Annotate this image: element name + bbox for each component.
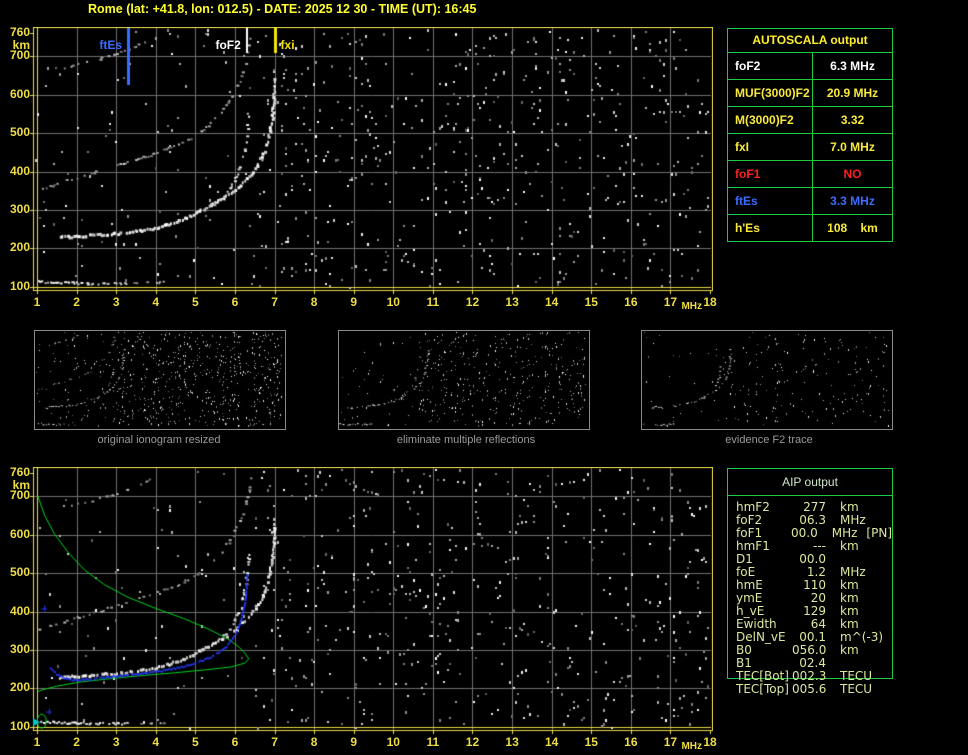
x-axis-tick-label: 6 (231, 735, 239, 749)
x-axis-tick-label: 11 (426, 735, 440, 749)
autoscala-row: MUF(3000)F2 20.9 MHz (728, 80, 892, 107)
thumbnail-original-ionogram (34, 330, 286, 430)
x-axis-tick-label: 6 (231, 295, 239, 309)
autoscala-value: 3.3 MHz (830, 194, 875, 208)
x-axis-tick-label: 13 (505, 295, 519, 309)
x-axis-tick-label: 16 (624, 295, 638, 309)
autoscala-row: foF2 6.3 MHz (728, 53, 892, 80)
x-axis-tick-label: 8 (310, 295, 318, 309)
thumbnail-caption-evidence: evidence F2 trace (725, 434, 813, 446)
autoscala-param: foF1 (728, 161, 813, 187)
x-axis-tick-label: 1 (33, 295, 41, 309)
y-axis-tick-label: 500 (9, 565, 30, 580)
x-axis-tick-label: 11 (426, 295, 440, 309)
aip-table-title: AIP output (728, 469, 892, 496)
autoscala-output-table: AUTOSCALA output foF2 6.3 MHz MUF(3000)F2 2… (727, 28, 893, 242)
autoscala-param: ftEs (728, 188, 813, 214)
x-axis-tick-label: 5 (192, 735, 199, 749)
y-axis-tick-label: 100 (9, 718, 30, 733)
x-axis-tick-label: 7 (271, 295, 278, 309)
y-axis-tick-label: 500 (9, 125, 30, 140)
ftes-marker-label: ftEs (99, 38, 123, 52)
x-axis-tick-label: 14 (544, 295, 559, 309)
x-axis-tick-label: 2 (73, 295, 80, 309)
y-axis-tick-label: 100 (9, 278, 30, 293)
y-axis-tick-label: 200 (9, 680, 30, 695)
x-axis-tick-label: 10 (386, 735, 400, 749)
autoscala-row: M(3000)F2 3.32 (728, 107, 892, 134)
aip-rows: hmF2 277 km foF2 06.3 MHz foF1 00.0 MHz [PN] hmF1-… (728, 496, 892, 696)
x-axis-tick-label: 13 (505, 735, 519, 749)
x-axis-tick-label: 15 (584, 735, 598, 749)
thumbnail-eliminate-canvas (339, 331, 587, 427)
x-axis-tick-label: 7 (271, 735, 278, 749)
autoscala-value: 7.0 MHz (830, 140, 875, 154)
x-axis-unit-label: MHz (681, 741, 702, 752)
y-axis-tick-label: 400 (9, 603, 30, 618)
y-axis-unit-label: km (12, 478, 30, 492)
thumbnail-caption-original: original ionogram resized (97, 434, 221, 446)
thumbnail-eliminate-multiples (338, 330, 590, 430)
y-axis-tick-label: 300 (9, 642, 30, 656)
x-axis-tick-label: 5 (192, 295, 199, 309)
x-axis-tick-label: 16 (624, 735, 638, 749)
x-axis-tick-label: 4 (152, 295, 160, 309)
autoscala-table-title: AUTOSCALA output (728, 29, 892, 53)
x-axis-tick-label: 10 (386, 295, 400, 309)
x-axis-tick-label: 8 (310, 735, 318, 749)
y-axis-tick-label: 600 (9, 526, 30, 541)
top-ionogram-canvas (29, 27, 713, 295)
thumbnail-caption-eliminate: eliminate multiple reflections (396, 434, 536, 446)
y-axis-tick-label: 600 (9, 86, 30, 101)
thumbnail-evidence-f2 (641, 330, 893, 430)
autoscala-value: NO (843, 167, 862, 181)
autoscala-param: M(3000)F2 (728, 107, 813, 133)
autoscala-value: 20.9 MHz (826, 86, 879, 100)
fof2-marker-label: foF2 (215, 38, 241, 52)
aip-param: TEC[Top] (736, 682, 789, 696)
autoscala-row: fxI 7.0 MHz (728, 134, 892, 161)
autoscala-param: MUF(3000)F2 (728, 80, 813, 106)
x-axis-tick-label: 12 (465, 735, 480, 749)
y-axis-tick-label: 200 (9, 240, 30, 255)
thumbnail-original-canvas (35, 331, 283, 427)
x-axis-tick-label: 3 (112, 295, 120, 309)
autoscala-param: foF2 (728, 53, 813, 79)
autoscala-row: h'Es 108 km (728, 215, 892, 241)
aip-unit: km (840, 643, 859, 657)
autoscala-row: ftEs 3.3 MHz (728, 188, 892, 215)
aip-output-table: AIP output hmF2 277 km foF2 06.3 MHz foF1 00.0 M… (727, 468, 893, 696)
aip-unit: km (840, 539, 859, 553)
x-axis-tick-label: 14 (544, 735, 559, 749)
aip-value: 005.6 (792, 682, 827, 696)
bottom-ionogram-profile-canvas (29, 467, 713, 735)
autoscala-value: 108 km (827, 221, 878, 235)
fxi-marker-label: fxi (280, 38, 295, 52)
x-axis-tick-label: 2 (73, 735, 80, 749)
y-axis-tick-label: 400 (9, 163, 30, 178)
y-axis-unit-label: km (12, 38, 30, 52)
autoscala-param: fxI (728, 134, 813, 160)
x-axis-tick-label: 3 (112, 735, 120, 749)
autoscala-screen: Rome (lat: +41.8, lon: 012.5) - DATE: 20… (0, 0, 968, 755)
aip-unit: TECU (840, 682, 873, 696)
x-axis-unit-label: MHz (681, 301, 702, 312)
y-axis-tick-label: 300 (9, 202, 30, 216)
x-axis-tick-label: 12 (465, 295, 480, 309)
autoscala-param: h'Es (728, 215, 813, 241)
x-axis-tick-label: 4 (152, 735, 160, 749)
page-title: Rome (lat: +41.8, lon: 012.5) - DATE: 20… (88, 2, 477, 16)
autoscala-value: 3.32 (840, 113, 865, 127)
autoscala-row: foF1 NO (728, 161, 892, 188)
aip-note: [PN] (866, 526, 892, 540)
x-axis-tick-label: 9 (350, 295, 358, 309)
autoscala-value: 6.3 MHz (830, 59, 875, 73)
x-axis-tick-label: 1 (33, 735, 41, 749)
aip-row: TEC[Top] 005.6 TECU (728, 683, 892, 696)
x-axis-tick-label: 15 (584, 295, 598, 309)
thumbnail-evidence-canvas (642, 331, 890, 427)
x-axis-tick-label: 9 (350, 735, 358, 749)
